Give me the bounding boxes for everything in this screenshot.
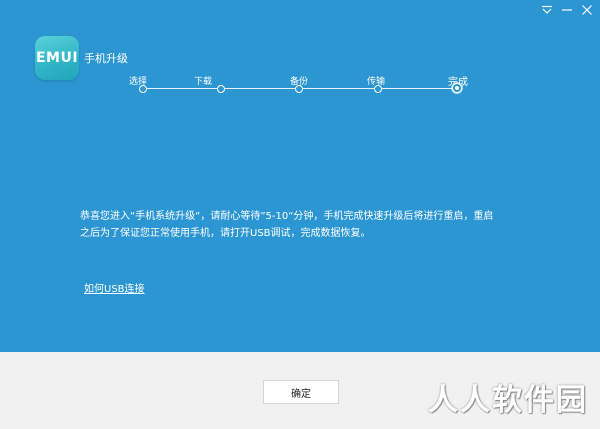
step-dot-complete xyxy=(452,83,462,93)
upgrade-message: 恭喜您进入“手机系统升级“，请耐心等待”5-10“分钟，手机完成快速升级后将进行… xyxy=(80,208,530,242)
progress-stepper: 选择 下载 备份 传输 完成 xyxy=(0,0,600,120)
step-dot-transfer xyxy=(374,85,382,93)
step-dot-download xyxy=(217,85,225,93)
step-dot-backup xyxy=(295,85,303,93)
watermark: 人人软件园 xyxy=(428,383,588,418)
step-label-download: 下载 xyxy=(193,77,213,87)
ok-button[interactable]: 确定 xyxy=(263,380,339,404)
usb-connection-help-link[interactable]: 如何USB连接 xyxy=(84,280,145,295)
message-line-2: 之后为了保证您正常使用手机，请打开USB调试，完成数据恢复。 xyxy=(80,228,371,239)
step-dot-select xyxy=(139,85,147,93)
upgrade-window: EMUI 手机升级 选择 下载 备份 传输 完成 恭喜您进入“手机系统升级“，请… xyxy=(0,0,600,429)
message-line-1: 恭喜您进入“手机系统升级“，请耐心等待”5-10“分钟，手机完成快速升级后将进行… xyxy=(80,211,494,222)
